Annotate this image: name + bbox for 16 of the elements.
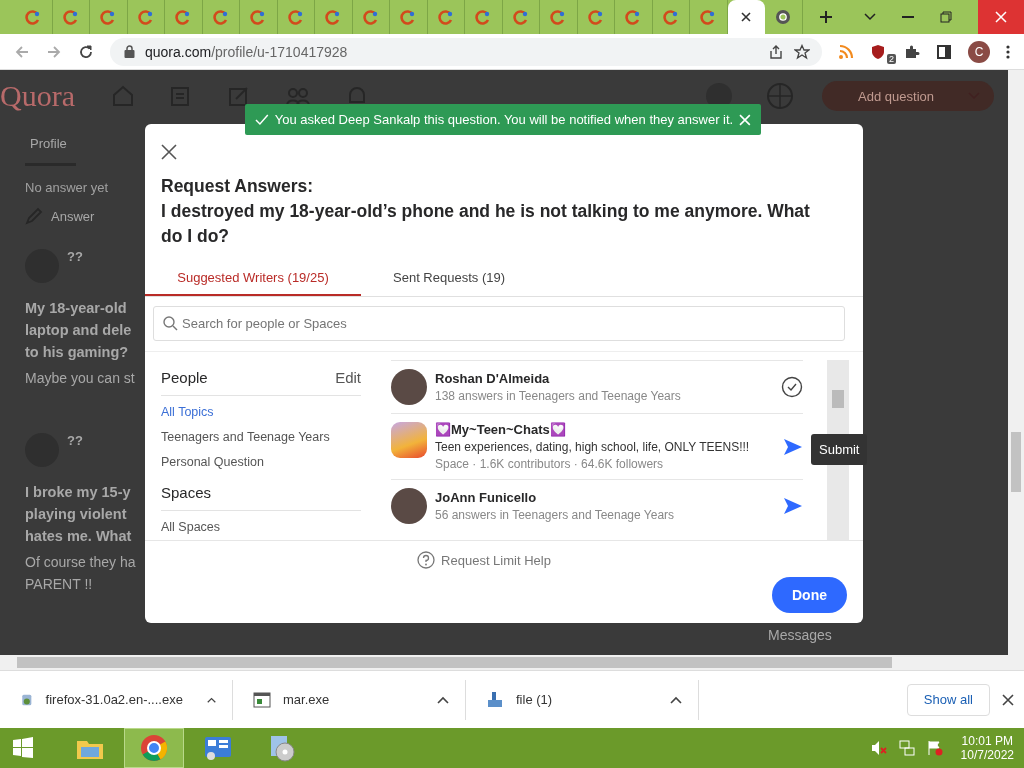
dialog-title: Request Answers: <box>161 175 315 198</box>
status-text: No answer yet <box>25 180 110 195</box>
answer-snippet: Maybe you can st <box>25 369 136 388</box>
writer-detail: Space · 1.6K contributors · 64.6K followers <box>435 457 665 471</box>
writer-detail: Teen experiences, dating, high school, life, ONLY TEENS!!! <box>435 440 751 454</box>
writer-detail: 56 answers in Teenagers and Teenage Years <box>435 508 676 522</box>
section-heading: Spaces <box>161 484 212 501</box>
section-heading: People <box>161 369 208 386</box>
extension-badge: 2 <box>887 53 896 64</box>
writer-detail: 138 answers in Teenagers and Teenage Years <box>435 389 682 403</box>
answer-snippet: PARENT !! <box>25 575 94 594</box>
toast-message: You asked Deep Sankalp this question. You will be notified when they answer it. <box>274 112 734 127</box>
answer-snippet: Of course they ha <box>25 553 137 572</box>
url-text: quora.com/profile/u-1710417928 <box>145 43 348 60</box>
question-text: I destroyed my 18-year-old’s phone and he is not talking to me anymore. What do I do? <box>161 200 811 248</box>
tooltip: Submit <box>811 434 868 465</box>
